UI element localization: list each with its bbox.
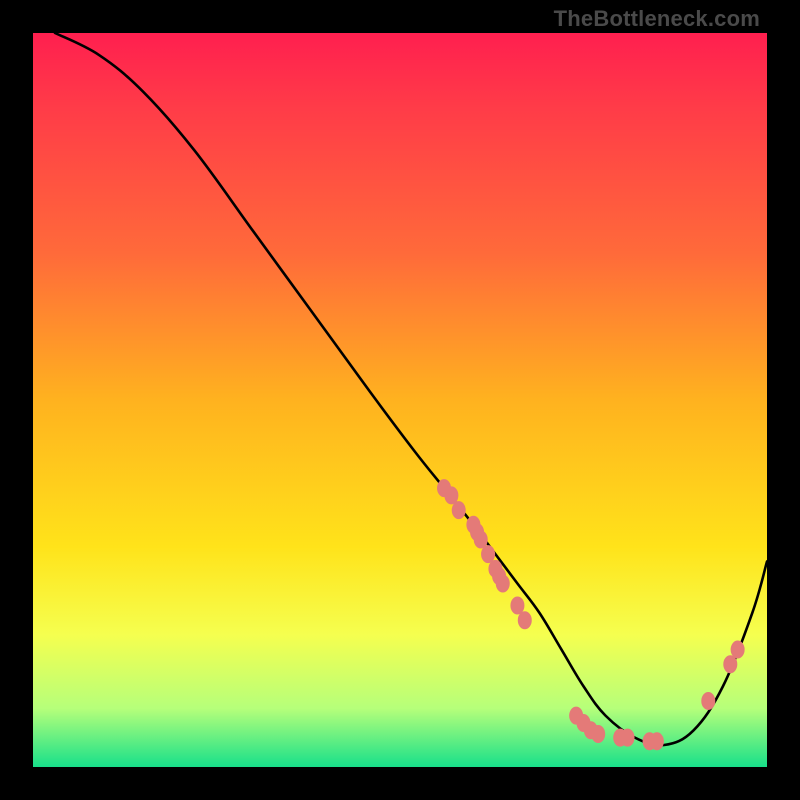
plot-area <box>33 33 767 767</box>
data-point <box>591 725 605 743</box>
scatter-points <box>437 479 745 750</box>
watermark-text: TheBottleneck.com <box>554 6 760 32</box>
data-point <box>731 641 745 659</box>
data-point <box>621 729 635 747</box>
data-point <box>701 692 715 710</box>
data-point <box>518 611 532 629</box>
figure-frame: TheBottleneck.com <box>0 0 800 800</box>
data-point <box>496 575 510 593</box>
data-point <box>650 732 664 750</box>
curve-line <box>55 33 767 745</box>
chart-svg <box>33 33 767 767</box>
data-point <box>452 501 466 519</box>
